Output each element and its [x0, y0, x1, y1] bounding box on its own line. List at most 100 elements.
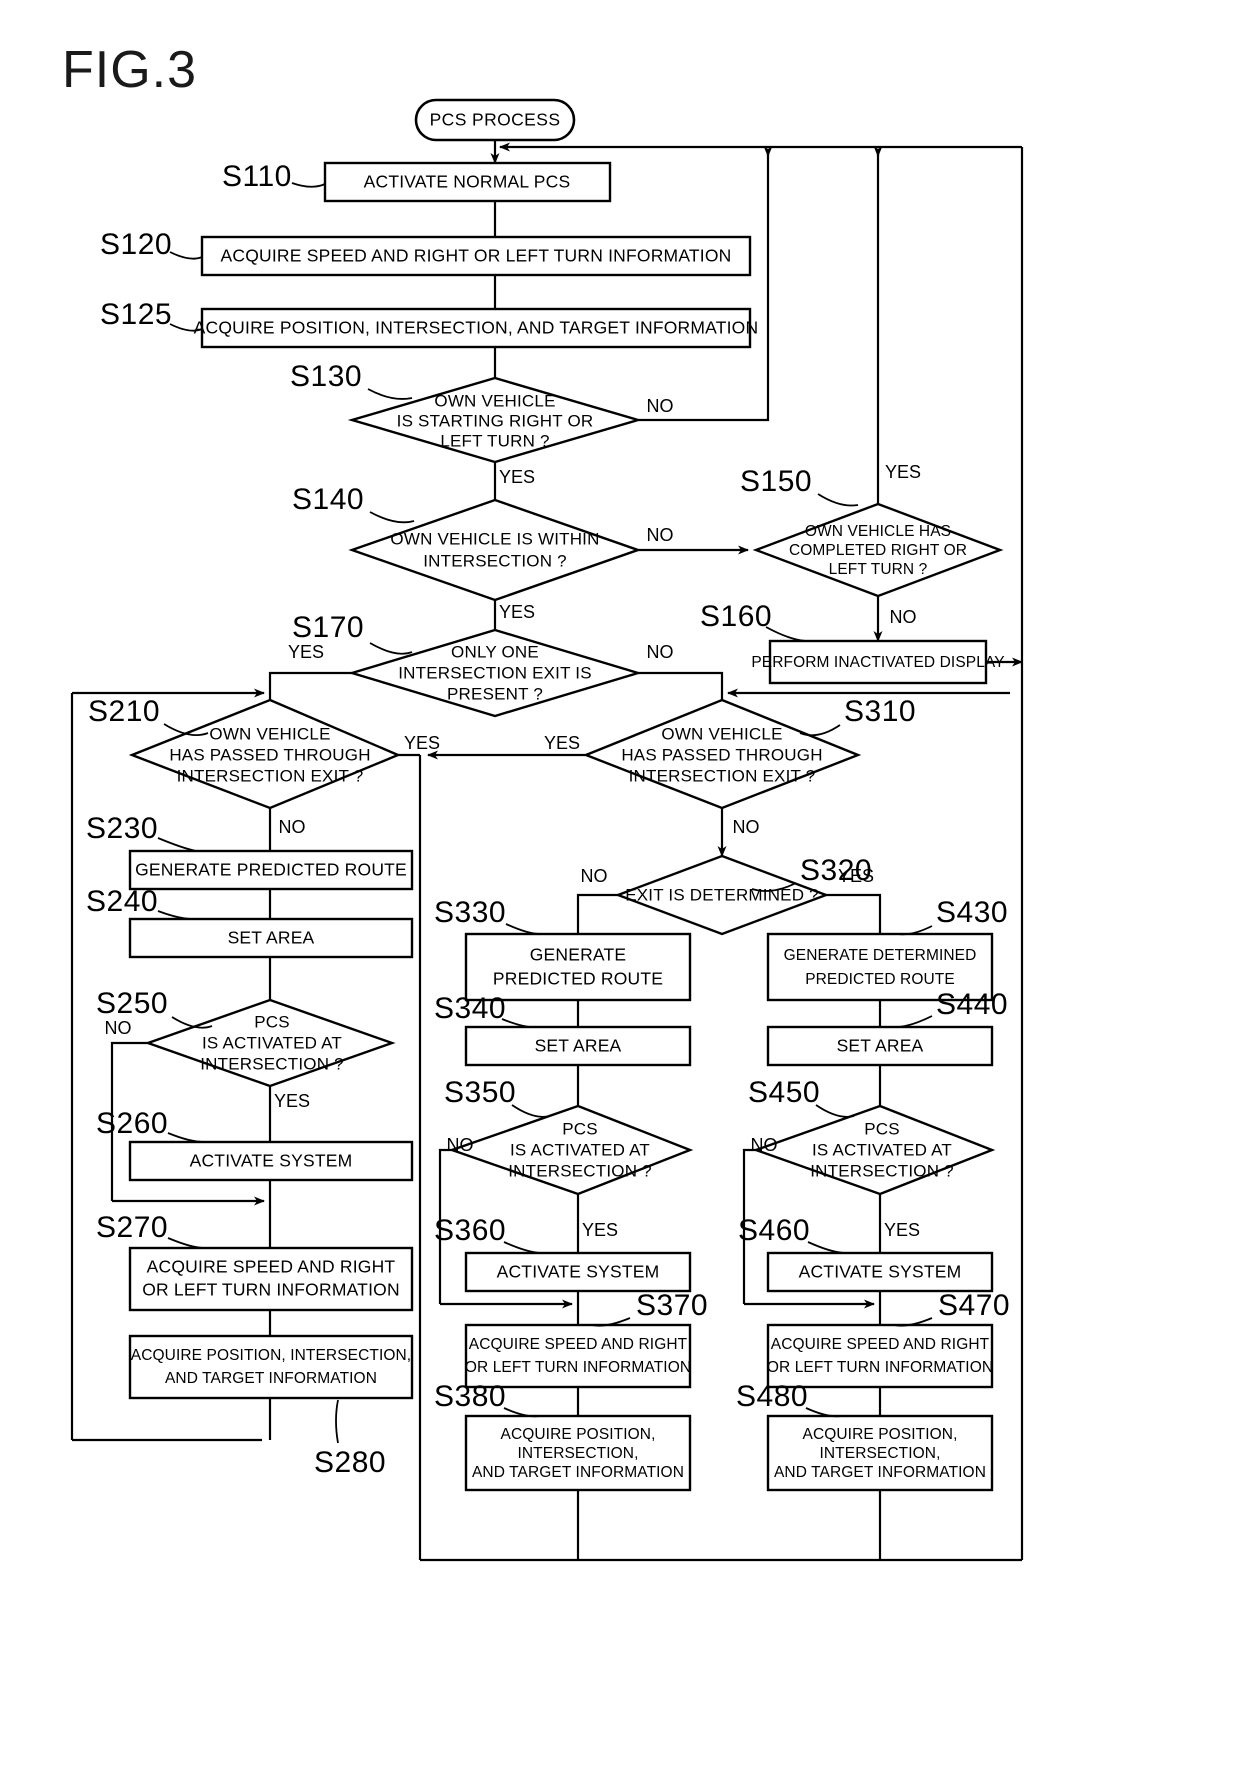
s350-line-2: IS ACTIVATED AT [510, 1140, 650, 1159]
step-tag-s430: S430 [936, 896, 1008, 929]
step-tag-s440: S440 [936, 988, 1008, 1021]
edge-label-s250-yes: YES [274, 1091, 310, 1111]
node-s110[interactable]: ACTIVATE NORMAL PCS [323, 161, 612, 203]
edge-label-s130-yes: YES [499, 467, 535, 487]
s470-box [766, 1323, 994, 1389]
node-start[interactable]: PCS PROCESS [414, 98, 576, 142]
step-tag-s130: S130 [290, 360, 362, 393]
node-s440[interactable]: SET AREA [766, 1025, 994, 1067]
leader-s140 [369, 511, 415, 524]
node-s130[interactable]: OWN VEHICLE IS STARTING RIGHT OR LEFT TU… [347, 376, 643, 464]
edge-label-s210-no: NO [279, 817, 306, 837]
node-s350[interactable]: PCS IS ACTIVATED AT INTERSECTION ? [448, 1104, 694, 1196]
step-tag-s360: S360 [434, 1214, 506, 1247]
node-s170[interactable]: ONLY ONE INTERSECTION EXIT IS PRESENT ? [347, 628, 643, 718]
s380-line-2: INTERSECTION, [517, 1445, 638, 1462]
step-tag-s260: S260 [96, 1107, 168, 1140]
node-s470[interactable]: ACQUIRE SPEED AND RIGHT OR LEFT TURN INF… [766, 1323, 994, 1389]
edge-label-s310-yes: YES [544, 733, 580, 753]
s260-label: ACTIVATE SYSTEM [190, 1151, 353, 1171]
edge-label-s150-yes: YES [885, 462, 921, 482]
edge-s170-yes [268, 671, 352, 700]
s130-line-3: LEFT TURN ? [440, 431, 549, 450]
leader-s170 [369, 642, 413, 655]
edge-label-s350-no: NO [447, 1135, 474, 1155]
s170-line-3: PRESENT ? [447, 684, 543, 703]
s160-label: PERFORM INACTIVATED DISPLAY [751, 654, 1004, 671]
step-tag-s270: S270 [96, 1211, 168, 1244]
s210-line-1: OWN VEHICLE [209, 724, 330, 743]
step-tag-s230: S230 [86, 812, 158, 845]
s360-label: ACTIVATE SYSTEM [497, 1262, 660, 1282]
edge-label-s150-no: NO [890, 607, 917, 627]
s140-diamond [348, 498, 642, 602]
s430-line-2: PREDICTED ROUTE [805, 971, 955, 988]
step-tag-s120: S120 [100, 228, 172, 261]
node-s340[interactable]: SET AREA [464, 1025, 692, 1067]
node-s460[interactable]: ACTIVATE SYSTEM [766, 1251, 994, 1293]
edge-label-s320-no: NO [581, 866, 608, 886]
s150-line-2: COMPLETED RIGHT OR [789, 542, 967, 559]
s350-line-1: PCS [562, 1119, 598, 1138]
edge-label-s130-no: NO [647, 396, 674, 416]
s480-line-3: AND TARGET INFORMATION [774, 1464, 986, 1481]
node-s230[interactable]: GENERATE PREDICTED ROUTE [128, 849, 414, 891]
s270-line-1: ACQUIRE SPEED AND RIGHT [147, 1257, 396, 1277]
s210-line-2: HAS PASSED THROUGH [169, 745, 370, 764]
leader-s460 [807, 1241, 845, 1254]
node-s120[interactable]: ACQUIRE SPEED AND RIGHT OR LEFT TURN INF… [200, 235, 752, 277]
s340-label: SET AREA [535, 1036, 622, 1056]
node-s125[interactable]: ACQUIRE POSITION, INTERSECTION, AND TARG… [194, 307, 759, 349]
s130-line-2: IS STARTING RIGHT OR [397, 411, 594, 430]
figure-root: FIG.3 PCS PROCESS ACTIVATE NORMAL PCS S1… [0, 0, 1240, 1772]
s370-box [464, 1323, 692, 1389]
s450-line-3: INTERSECTION ? [810, 1161, 954, 1180]
leader-s120 [169, 251, 203, 260]
node-s280[interactable]: ACQUIRE POSITION, INTERSECTION, AND TARG… [128, 1334, 414, 1400]
s270-line-2: OR LEFT TURN INFORMATION [142, 1280, 400, 1300]
s140-line-2: INTERSECTION ? [423, 551, 567, 570]
node-s150[interactable]: OWN VEHICLE HAS COMPLETED RIGHT OR LEFT … [752, 502, 1004, 598]
edge-label-s170-no: NO [647, 642, 674, 662]
node-s250[interactable]: PCS IS ACTIVATED AT INTERSECTION ? [144, 998, 396, 1088]
s330-line-2: PREDICTED ROUTE [493, 969, 663, 989]
node-s160[interactable]: PERFORM INACTIVATED DISPLAY [751, 639, 1005, 685]
s280-line-2: AND TARGET INFORMATION [165, 1370, 377, 1387]
s350-line-3: INTERSECTION ? [508, 1161, 652, 1180]
node-s240[interactable]: SET AREA [128, 917, 414, 959]
s170-line-2: INTERSECTION EXIT IS [398, 663, 592, 682]
s470-line-1: ACQUIRE SPEED AND RIGHT [771, 1336, 990, 1353]
node-s450[interactable]: PCS IS ACTIVATED AT INTERSECTION ? [752, 1104, 996, 1196]
node-s380[interactable]: ACQUIRE POSITION, INTERSECTION, AND TARG… [464, 1414, 692, 1492]
edge-label-s320-yes: YES [838, 866, 874, 886]
start-label: PCS PROCESS [430, 110, 561, 130]
node-s320[interactable]: EXIT IS DETERMINED ? [614, 854, 830, 936]
s210-line-3: INTERSECTION EXIT ? [177, 766, 364, 785]
step-tag-s450: S450 [748, 1076, 820, 1109]
step-tag-s330: S330 [434, 896, 506, 929]
node-s480[interactable]: ACQUIRE POSITION, INTERSECTION, AND TARG… [766, 1414, 994, 1492]
s130-line-1: OWN VEHICLE [434, 391, 555, 410]
node-s210[interactable]: OWN VEHICLE HAS PASSED THROUGH INTERSECT… [128, 698, 402, 810]
node-s370[interactable]: ACQUIRE SPEED AND RIGHT OR LEFT TURN INF… [464, 1323, 692, 1389]
leader-s150 [817, 493, 859, 507]
s125-label: ACQUIRE POSITION, INTERSECTION, AND TARG… [194, 318, 759, 338]
edge-label-s140-no: NO [647, 525, 674, 545]
node-s140[interactable]: OWN VEHICLE IS WITHIN INTERSECTION ? [348, 498, 642, 602]
node-s310[interactable]: OWN VEHICLE HAS PASSED THROUGH INTERSECT… [582, 698, 862, 810]
s370-line-1: ACQUIRE SPEED AND RIGHT [469, 1336, 688, 1353]
s440-label: SET AREA [837, 1036, 924, 1056]
s480-line-1: ACQUIRE POSITION, [803, 1426, 958, 1443]
step-tag-s310: S310 [844, 695, 916, 728]
step-tag-s140: S140 [292, 483, 364, 516]
s320-label: EXIT IS DETERMINED ? [625, 885, 819, 904]
edge-label-s210-yes: YES [404, 733, 440, 753]
node-s360[interactable]: ACTIVATE SYSTEM [464, 1251, 692, 1293]
node-s270[interactable]: ACQUIRE SPEED AND RIGHT OR LEFT TURN INF… [128, 1246, 414, 1312]
node-s260[interactable]: ACTIVATE SYSTEM [128, 1140, 414, 1182]
leader-s330 [505, 923, 541, 935]
step-tag-s170: S170 [292, 611, 364, 644]
s250-line-3: INTERSECTION ? [200, 1054, 344, 1073]
node-s330[interactable]: GENERATE PREDICTED ROUTE [464, 932, 692, 1002]
s430-line-1: GENERATE DETERMINED [784, 947, 977, 964]
